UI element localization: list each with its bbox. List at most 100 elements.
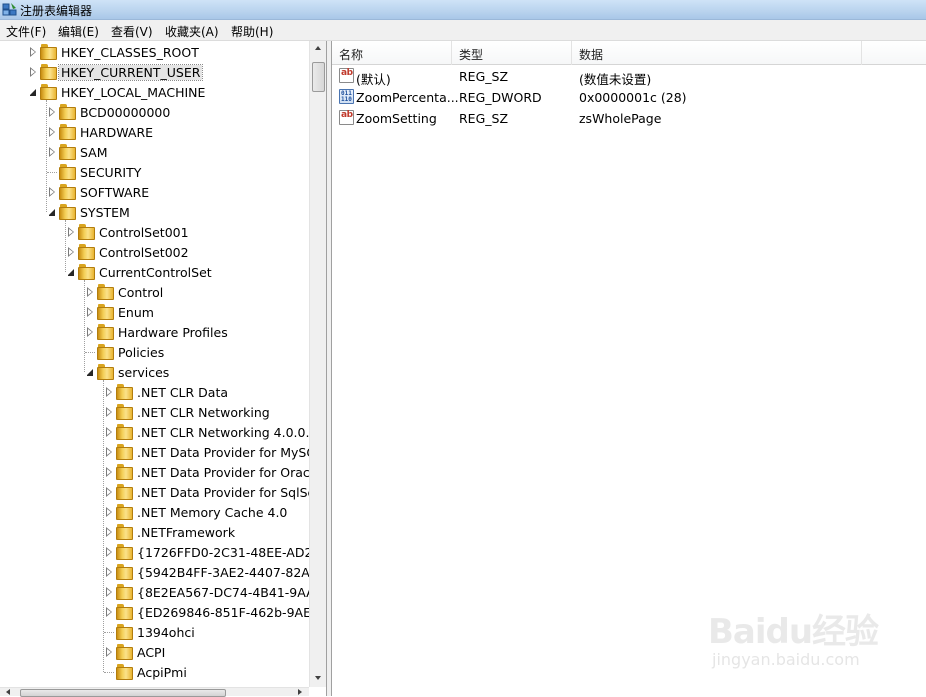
tree-node-label[interactable]: SAM (80, 145, 108, 160)
tree-node[interactable]: {5942B4FF-3AE2-4407-82A9-F (0, 562, 326, 582)
collapse-arrow-icon[interactable] (86, 369, 93, 376)
expand-arrow-icon[interactable] (106, 547, 112, 557)
expand-arrow-icon[interactable] (106, 607, 112, 617)
tree-node-label[interactable]: Hardware Profiles (118, 325, 228, 340)
tree-node[interactable]: .NET Data Provider for Oracle (0, 462, 321, 482)
menu-file[interactable]: 文件(F) (6, 23, 46, 40)
tree-horizontal-scrollbar[interactable] (0, 687, 309, 697)
tree-node[interactable]: {1726FFD0-2C31-48EE-AD25-( (0, 542, 326, 562)
tree-node-label[interactable]: .NET Data Provider for Oracle (137, 465, 321, 480)
expand-arrow-icon[interactable] (87, 307, 93, 317)
tree-node-label[interactable]: .NET Data Provider for MySQ (137, 445, 316, 460)
tree-node-label[interactable]: .NET CLR Data (137, 385, 228, 400)
expand-arrow-icon[interactable] (49, 127, 55, 137)
tree-node-label[interactable]: 1394ohci (137, 625, 195, 640)
tree-node[interactable]: .NET CLR Networking 4.0.0.0 (0, 422, 317, 442)
tree-node-label[interactable]: HARDWARE (80, 125, 153, 140)
expand-arrow-icon[interactable] (68, 247, 74, 257)
tree-vertical-scrollbar[interactable] (309, 41, 326, 687)
tree-node-label[interactable]: SECURITY (80, 165, 141, 180)
expand-arrow-icon[interactable] (87, 287, 93, 297)
expand-arrow-icon[interactable] (49, 107, 55, 117)
tree-node[interactable]: Hardware Profiles (0, 322, 309, 342)
tree-node-label[interactable]: {5942B4FF-3AE2-4407-82A9-F (137, 565, 326, 580)
tree-node-label[interactable]: Control (118, 285, 163, 300)
expand-arrow-icon[interactable] (49, 147, 55, 157)
menu-favorites[interactable]: 收藏夹(A) (165, 23, 219, 40)
expand-arrow-icon[interactable] (106, 427, 112, 437)
tree-node-label[interactable]: Policies (118, 345, 164, 360)
tree-node-label[interactable]: SOFTWARE (80, 185, 149, 200)
tree-node[interactable]: .NET CLR Data (0, 382, 309, 402)
tree-node[interactable]: Policies (0, 342, 309, 362)
tree-node[interactable]: .NETFramework (0, 522, 309, 542)
registry-key-tree[interactable]: HKEY_CLASSES_ROOT HKEY_CURRENT_USER HKEY_L… (0, 41, 327, 696)
tree-node-label[interactable]: .NET CLR Networking (137, 405, 270, 420)
expand-arrow-icon[interactable] (49, 187, 55, 197)
collapse-arrow-icon[interactable] (29, 89, 36, 96)
collapse-arrow-icon[interactable] (67, 269, 74, 276)
arrow-right-icon[interactable] (298, 689, 302, 695)
tree-node[interactable]: .NET Data Provider for MySQ (0, 442, 316, 462)
tree-node-label[interactable]: HKEY_CLASSES_ROOT (61, 45, 199, 60)
expand-arrow-icon[interactable] (68, 227, 74, 237)
tree-node-label[interactable]: .NET CLR Networking 4.0.0.0 (137, 425, 317, 440)
tree-node[interactable]: Control (0, 282, 309, 302)
tree-node[interactable]: AcpiPmi (0, 662, 309, 682)
expand-arrow-icon[interactable] (106, 387, 112, 397)
tree-node[interactable]: services (0, 362, 309, 382)
column-header-data[interactable]: 数据 (572, 41, 862, 65)
collapse-arrow-icon[interactable] (48, 209, 55, 216)
tree-node-label[interactable]: .NET Data Provider for SqlSer (137, 485, 320, 500)
tree-node[interactable]: .NET Data Provider for SqlSer (0, 482, 320, 502)
tree-node-label[interactable]: {ED269846-851F-462b-9AEA-: (137, 605, 326, 620)
tree-node[interactable]: {8E2EA567-DC74-4B41-9AA2- (0, 582, 326, 602)
expand-arrow-icon[interactable] (106, 487, 112, 497)
value-row[interactable]: 011 110 ZoomPercenta... REG_DWORD 0x0000… (332, 87, 926, 108)
tree-node[interactable]: .NET Memory Cache 4.0 (0, 502, 309, 522)
tree-node-label[interactable]: ACPI (137, 645, 165, 660)
menu-help[interactable]: 帮助(H) (231, 23, 273, 40)
expand-arrow-icon[interactable] (30, 67, 36, 77)
tree-node[interactable]: {ED269846-851F-462b-9AEA-: (0, 602, 326, 622)
value-row[interactable]: ab (默认) REG_SZ (数值未设置) (332, 66, 926, 87)
tree-node[interactable]: ControlSet001 (0, 222, 309, 242)
tree-node[interactable]: HKEY_CLASSES_ROOT (0, 42, 309, 62)
tree-node-label[interactable]: SYSTEM (80, 205, 130, 220)
expand-arrow-icon[interactable] (106, 407, 112, 417)
tree-node-label[interactable]: HKEY_LOCAL_MACHINE (61, 85, 205, 100)
menu-view[interactable]: 查看(V) (111, 23, 153, 40)
expand-arrow-icon[interactable] (106, 467, 112, 477)
tree-node-label[interactable]: .NETFramework (137, 525, 235, 540)
tree-node[interactable]: ACPI (0, 642, 309, 662)
column-header-name[interactable]: 名称 (332, 41, 452, 65)
tree-node[interactable]: Enum (0, 302, 309, 322)
value-row[interactable]: ab ZoomSetting REG_SZ zsWholePage (332, 108, 926, 129)
tree-node-label[interactable]: .NET Memory Cache 4.0 (137, 505, 287, 520)
scroll-up-button[interactable] (310, 41, 327, 58)
scroll-down-button[interactable] (310, 670, 327, 687)
tree-node-label[interactable]: ControlSet001 (99, 225, 189, 240)
expand-arrow-icon[interactable] (106, 447, 112, 457)
expand-arrow-icon[interactable] (87, 327, 93, 337)
tree-node-label[interactable]: {8E2EA567-DC74-4B41-9AA2- (137, 585, 326, 600)
expand-arrow-icon[interactable] (106, 567, 112, 577)
scroll-thumb[interactable] (312, 62, 325, 92)
tree-node-label[interactable]: HKEY_CURRENT_USER (57, 64, 204, 81)
arrow-left-icon[interactable] (6, 689, 10, 695)
tree-node[interactable]: HKEY_LOCAL_MACHINE (0, 82, 309, 102)
tree-node[interactable]: .NET CLR Networking (0, 402, 309, 422)
column-header-type[interactable]: 类型 (452, 41, 572, 65)
expand-arrow-icon[interactable] (106, 527, 112, 537)
tree-node[interactable]: 1394ohci (0, 622, 309, 642)
expand-arrow-icon[interactable] (106, 507, 112, 517)
expand-arrow-icon[interactable] (106, 587, 112, 597)
tree-node-label[interactable]: Enum (118, 305, 154, 320)
expand-arrow-icon[interactable] (106, 647, 112, 657)
tree-node-label[interactable]: BCD00000000 (80, 105, 170, 120)
tree-node-label[interactable]: {1726FFD0-2C31-48EE-AD25-( (137, 545, 326, 560)
tree-node-label[interactable]: AcpiPmi (137, 665, 187, 680)
tree-node-label[interactable]: ControlSet002 (99, 245, 189, 260)
tree-node[interactable]: CurrentControlSet (0, 262, 309, 282)
menu-edit[interactable]: 编辑(E) (58, 23, 99, 40)
